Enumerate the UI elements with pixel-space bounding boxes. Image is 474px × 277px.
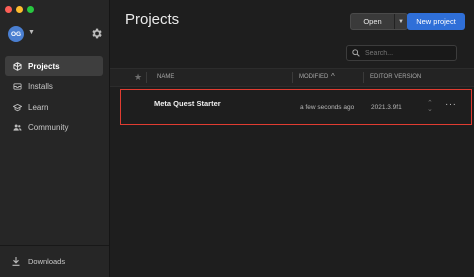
open-button-label: Open <box>363 17 382 26</box>
sidebar-item-label: Community <box>28 123 69 132</box>
sidebar: OG ▼ Projects Installs Learn Community D… <box>0 0 110 277</box>
search-input[interactable] <box>365 49 453 57</box>
community-icon <box>13 123 22 132</box>
downloads-button[interactable]: Downloads <box>0 245 109 277</box>
sidebar-item-learn[interactable]: Learn <box>5 97 103 117</box>
open-button[interactable]: Open ▼ <box>350 13 408 30</box>
avatar[interactable]: OG <box>8 26 24 42</box>
zoom-window-button[interactable] <box>27 6 34 13</box>
search-box[interactable] <box>346 45 457 61</box>
table-header: ★ NAME MODIFIED ^ EDITOR VERSION <box>110 68 474 87</box>
column-divider <box>363 72 364 83</box>
close-window-button[interactable] <box>5 6 12 13</box>
new-project-button[interactable]: New project <box>407 13 465 30</box>
sort-ascending-icon[interactable]: ^ <box>331 72 335 81</box>
sidebar-item-label: Projects <box>28 61 60 71</box>
caret-down-icon[interactable]: ▼ <box>28 29 35 36</box>
cube-icon <box>13 61 22 71</box>
project-editor-version: 2021.3.9f1 <box>371 104 402 111</box>
sidebar-item-installs[interactable]: Installs <box>5 77 103 97</box>
search-icon <box>352 49 360 57</box>
column-divider <box>292 72 293 83</box>
sidebar-nav: Projects Installs Learn Community <box>5 56 103 138</box>
main-content: Projects Open ▼ New project ★ NAME MODIF… <box>110 0 474 277</box>
version-selector-icon[interactable]: ⌃ ⌄ <box>427 100 433 113</box>
table-row[interactable]: Meta Quest Starter a few seconds ago 202… <box>120 89 472 125</box>
installs-icon <box>13 82 22 91</box>
sidebar-item-community[interactable]: Community <box>5 118 103 138</box>
sidebar-item-projects[interactable]: Projects <box>5 56 103 76</box>
downloads-label: Downloads <box>28 257 66 266</box>
window-controls <box>5 6 34 13</box>
column-divider <box>146 72 147 83</box>
more-options-icon[interactable]: ··· <box>445 99 457 110</box>
project-name: Meta Quest Starter <box>154 99 221 108</box>
minimize-window-button[interactable] <box>16 6 23 13</box>
download-icon <box>12 257 20 266</box>
project-modified: a few seconds ago <box>300 104 355 111</box>
column-header-modified[interactable]: MODIFIED <box>299 74 328 80</box>
star-icon[interactable]: ★ <box>134 72 142 83</box>
column-header-name[interactable]: NAME <box>157 74 174 80</box>
sidebar-item-label: Installs <box>28 82 53 91</box>
learn-icon <box>13 103 22 112</box>
sidebar-item-label: Learn <box>28 102 49 112</box>
column-header-editor-version[interactable]: EDITOR VERSION <box>370 74 421 80</box>
page-title: Projects <box>125 11 180 28</box>
chevron-down-icon[interactable]: ▼ <box>395 19 407 25</box>
gear-icon[interactable] <box>90 27 103 40</box>
